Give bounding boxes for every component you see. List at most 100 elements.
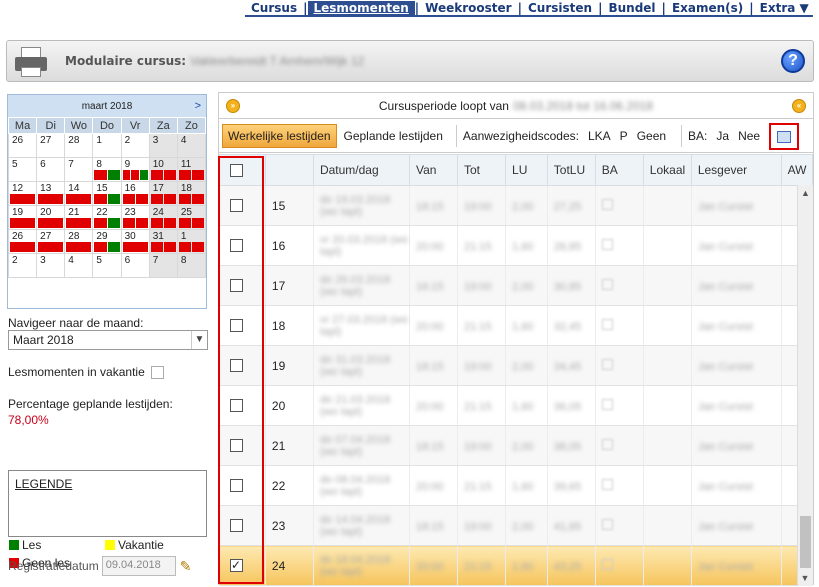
calendar-day[interactable]: 9 xyxy=(120,157,150,182)
calendar-day[interactable]: 4 xyxy=(176,133,207,158)
calendar-day[interactable]: 5 xyxy=(7,157,38,182)
lessons-panel: » Cursusperiode loopt van 08.03.2018 tot… xyxy=(218,92,814,586)
calendar-day[interactable]: 20 xyxy=(36,205,66,230)
ba-checkbox[interactable] xyxy=(601,518,613,530)
nav-bundel[interactable]: Bundel xyxy=(602,1,661,15)
nav-extra[interactable]: Extra ▼ xyxy=(754,1,815,15)
calendar-day[interactable]: 7 xyxy=(64,157,94,182)
vertical-scrollbar[interactable]: ▲ ▼ xyxy=(797,185,813,586)
calendar-day[interactable]: 4 xyxy=(64,253,94,278)
next-month-button[interactable]: > xyxy=(195,100,201,112)
calendar-day[interactable]: 2 xyxy=(7,253,38,278)
table-row[interactable]: 20 do 21.03.2018 (wo tapl) 20:00 21:15 1… xyxy=(219,385,814,426)
lessons-table: Datum/dag Van Tot LU TotLU BA Lokaal Lesgever AW… xyxy=(219,154,814,586)
ba-ja[interactable]: Ja xyxy=(716,129,729,143)
nav-cursus[interactable]: Cursus xyxy=(245,1,303,15)
calendar-day[interactable]: 14 xyxy=(64,181,94,206)
calendar-day[interactable]: 27 xyxy=(36,133,66,158)
backward-icon[interactable]: « xyxy=(792,99,806,113)
calendar-day[interactable]: 3 xyxy=(148,133,178,158)
calendar-day[interactable]: 8 xyxy=(92,157,122,182)
table-row[interactable]: 24 do 18.04.2018 (wo tapl) 20:00 21:15 1… xyxy=(219,545,814,586)
ba-checkbox[interactable] xyxy=(601,558,613,570)
ba-checkbox[interactable] xyxy=(601,438,613,450)
from-cell: 18:15 xyxy=(415,440,444,453)
calendar-day[interactable]: 8 xyxy=(176,253,207,278)
row-number: 20 xyxy=(265,385,314,426)
calendar-day[interactable]: 28 xyxy=(64,133,94,158)
tab-planned-lessons[interactable]: Geplande lestijden xyxy=(339,125,448,147)
code-lka[interactable]: LKA xyxy=(588,129,611,143)
calendar-day[interactable]: 26 xyxy=(7,229,38,254)
course-header: Modulaire cursus: Vakleerbereidt T Arnhe… xyxy=(6,40,814,82)
row-number: 23 xyxy=(265,505,314,546)
table-row[interactable]: 16 vr 20.03.2018 (wo tapl) 20:00 21:15 1… xyxy=(219,225,814,266)
calendar-day[interactable]: 19 xyxy=(7,205,38,230)
ba-checkbox[interactable] xyxy=(601,358,613,370)
table-row[interactable]: 21 do 07.04.2018 (wo tapl) 18:15 19:00 2… xyxy=(219,425,814,466)
month-select[interactable]: Maart 2018 ▼ xyxy=(8,330,208,350)
export-button[interactable] xyxy=(769,123,799,150)
calendar-day[interactable]: 15 xyxy=(92,181,122,206)
calendar-day[interactable]: 21 xyxy=(64,205,94,230)
calendar-day[interactable]: 29 xyxy=(92,229,122,254)
ba-checkbox[interactable] xyxy=(601,398,613,410)
nav-weekrooster[interactable]: Weekrooster xyxy=(419,1,517,15)
calendar-day[interactable]: 6 xyxy=(36,157,66,182)
ba-checkbox[interactable] xyxy=(601,318,613,330)
ba-checkbox[interactable] xyxy=(601,478,613,490)
calendar-day[interactable]: 28 xyxy=(64,229,94,254)
pencil-icon[interactable]: ✎ xyxy=(180,558,192,575)
calendar-day[interactable]: 5 xyxy=(92,253,122,278)
forward-icon[interactable]: » xyxy=(226,99,240,113)
chevron-down-icon[interactable]: ▼ xyxy=(191,331,207,349)
weekday-header: Wo xyxy=(64,117,94,134)
teacher-cell: Jan Cursist xyxy=(697,320,753,333)
registration-date-input[interactable]: 09.04.2018 xyxy=(101,556,176,576)
ba-checkbox[interactable] xyxy=(601,238,613,250)
calendar-day[interactable]: 30 xyxy=(120,229,150,254)
calendar-day[interactable]: 24 xyxy=(148,205,178,230)
vacation-checkbox[interactable] xyxy=(150,365,164,379)
calendar-day[interactable]: 1 xyxy=(176,229,207,254)
ba-checkbox[interactable] xyxy=(601,278,613,290)
calendar-day[interactable]: 31 xyxy=(148,229,178,254)
calendar-day[interactable]: 27 xyxy=(36,229,66,254)
calendar-day[interactable]: 3 xyxy=(36,253,66,278)
calendar-day[interactable]: 6 xyxy=(120,253,150,278)
table-row[interactable]: 17 do 26.03.2018 (wo tapl) 16:15 19:00 2… xyxy=(219,265,814,306)
table-row[interactable]: 23 do 14.04.2018 (wo tapl) 18:15 19:00 2… xyxy=(219,505,814,546)
calendar-day[interactable]: 10 xyxy=(148,157,178,182)
calendar-day[interactable]: 23 xyxy=(120,205,150,230)
calendar-day[interactable]: 22 xyxy=(92,205,122,230)
calendar-day[interactable]: 13 xyxy=(36,181,66,206)
ba-nee[interactable]: Nee xyxy=(738,129,760,143)
help-icon[interactable]: ? xyxy=(781,49,805,73)
to-cell: 21:15 xyxy=(464,480,492,493)
tab-actual-lessons[interactable]: Werkelijke lestijden xyxy=(222,123,337,148)
ba-checkbox[interactable] xyxy=(601,198,613,210)
table-row[interactable]: 22 do 08.04.2018 (wo tapl) 20:00 21:15 1… xyxy=(219,465,814,506)
calendar-day[interactable]: 7 xyxy=(148,253,178,278)
calendar-day[interactable]: 2 xyxy=(120,133,150,158)
calendar-day[interactable]: 25 xyxy=(176,205,207,230)
table-row[interactable]: 19 do 31.03.2018 (wo tapl) 18:15 19:00 2… xyxy=(219,345,814,386)
teacher-cell: Jan Cursist xyxy=(697,400,753,413)
nav-cursisten[interactable]: Cursisten xyxy=(522,1,598,15)
code-geen[interactable]: Geen xyxy=(637,129,666,143)
calendar-day[interactable]: 26 xyxy=(7,133,38,158)
table-row[interactable]: 15 do 19.03.2018 (wo tapl) 18:15 19:00 2… xyxy=(219,185,814,226)
calendar-day[interactable]: 17 xyxy=(148,181,178,206)
nav-examens[interactable]: Examen(s) xyxy=(666,1,749,15)
totlu-cell: 32,45 xyxy=(553,320,582,333)
column-header: Lesgever xyxy=(690,154,782,186)
code-p[interactable]: P xyxy=(620,129,628,143)
printer-icon[interactable] xyxy=(11,43,51,79)
calendar-day[interactable]: 11 xyxy=(176,157,207,182)
calendar-day[interactable]: 18 xyxy=(176,181,207,206)
table-row[interactable]: 18 vr 27.03.2018 (wo tapl) 20:00 21:15 1… xyxy=(219,305,814,346)
calendar-day[interactable]: 12 xyxy=(7,181,38,206)
nav-lesmomenten[interactable]: Lesmomenten xyxy=(307,0,415,15)
calendar-day[interactable]: 16 xyxy=(120,181,150,206)
calendar-day[interactable]: 1 xyxy=(92,133,122,158)
